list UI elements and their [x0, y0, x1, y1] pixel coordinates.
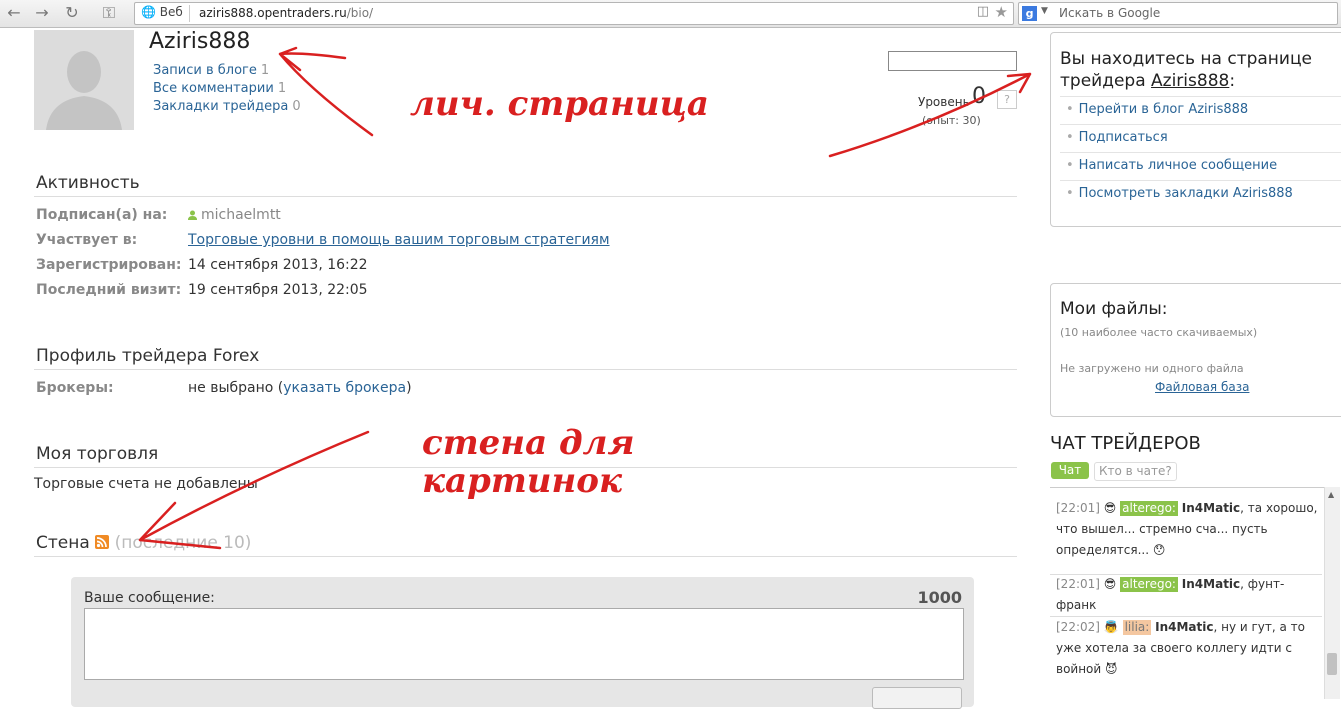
arrow-to-wall	[138, 430, 370, 550]
annotation-arrows	[138, 46, 1032, 550]
arrow-to-username	[278, 46, 374, 137]
arrow-to-level	[828, 72, 1032, 158]
